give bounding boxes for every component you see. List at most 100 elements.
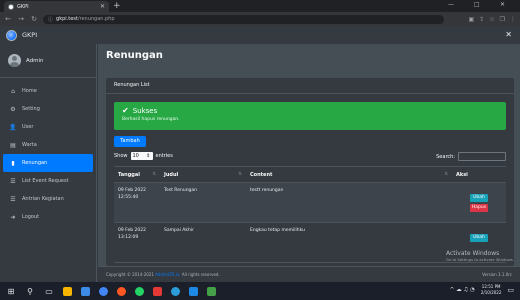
- notification-icon[interactable]: ▭: [507, 286, 514, 294]
- header-label: Content: [250, 171, 273, 178]
- edit-button[interactable]: Ubah: [470, 234, 488, 242]
- sidebar-nav: ⌂ Home ⚙ Setting 👤 User ▤ Warta ▮ Renungan ☰ List E…: [0, 78, 96, 230]
- back-icon[interactable]: ←: [4, 15, 12, 23]
- store-icon[interactable]: [81, 286, 90, 296]
- extensions-icon[interactable]: ❒: [500, 16, 505, 23]
- chrome-icon[interactable]: [99, 286, 108, 296]
- browser-toolbar: ← → ↻ ⓘ gkpi.test/renungan.php ▣ ⇪ ☆ ❒ ⋮: [0, 12, 520, 26]
- window-close-icon[interactable]: ✕: [500, 1, 505, 8]
- sidebar-item-label: Antrian Kegiatan: [22, 196, 64, 202]
- search-input[interactable]: [458, 152, 506, 161]
- sidebar-item-label: Renungan: [22, 160, 48, 166]
- url-text: gkpi.test/renungan.php: [56, 16, 115, 22]
- brand-logo-icon: [6, 29, 17, 41]
- list-icon: ☰: [10, 195, 16, 203]
- header-label: Judul: [164, 171, 179, 178]
- renungan-table: Tanggal ⇅ Judul ⇅ Content ⇅ Aksi 09 Feb 202…: [114, 166, 506, 263]
- card-title: Renungan List: [106, 78, 514, 94]
- sidebar-item-label: Setting: [22, 106, 40, 112]
- content-header: Renungan: [98, 44, 520, 70]
- edit-button[interactable]: Ubah: [470, 194, 488, 202]
- new-tab-button[interactable]: +: [113, 1, 121, 11]
- sidebar-item-label: Warta: [22, 142, 37, 148]
- watermark-title: Activate Windows: [445, 250, 500, 257]
- address-bar[interactable]: ⓘ gkpi.test/renungan.php: [43, 14, 444, 24]
- maximize-icon[interactable]: □: [474, 1, 480, 8]
- copyright-suffix: All rights reserved.: [181, 272, 220, 277]
- sidebar-item-list-event-request[interactable]: ☰ List Event Request: [3, 172, 93, 190]
- info-icon[interactable]: ⓘ: [48, 16, 53, 23]
- share-icon[interactable]: ⇪: [479, 16, 484, 23]
- file-explorer-icon[interactable]: [63, 286, 72, 296]
- add-renungan-button[interactable]: Tambah: [114, 136, 146, 147]
- minimize-icon[interactable]: —: [448, 1, 454, 8]
- delete-button[interactable]: Hapus: [470, 204, 488, 212]
- forward-icon[interactable]: →: [17, 15, 25, 23]
- app-icon[interactable]: [207, 286, 216, 296]
- clock[interactable]: 12:51 PM 2/10/2022: [481, 284, 502, 296]
- sidebar-item-renungan[interactable]: ▮ Renungan: [3, 154, 93, 172]
- select-caret-icon: ⇕: [146, 153, 151, 159]
- entries-value: 10: [132, 153, 139, 159]
- sidebar-item-home[interactable]: ⌂ Home: [3, 82, 93, 100]
- sidebar-item-warta[interactable]: ▤ Warta: [3, 136, 93, 154]
- tray-icons[interactable]: ^ ☁ ♫ ◔: [450, 287, 475, 293]
- menu-kebab-icon[interactable]: ⋮: [510, 16, 516, 23]
- footer: Copyright © 2014-2021 AdminLTE.io. All r…: [98, 266, 520, 282]
- time-text: 12:55:40: [118, 194, 139, 200]
- fullscreen-close-icon[interactable]: ✕: [505, 30, 512, 39]
- firefox-icon[interactable]: [117, 286, 126, 296]
- table-search: Search:: [436, 152, 506, 161]
- table-row: 09 Feb 2022 12:55:40 Test Renungan testt …: [114, 183, 506, 223]
- header-label: Aksi: [456, 171, 468, 178]
- column-header-tanggal[interactable]: Tanggal ⇅: [114, 172, 160, 178]
- alert-title-row: ✔ Sukses: [122, 106, 498, 115]
- screenshot-icon[interactable]: ▣: [469, 16, 475, 23]
- url-host: gkpi.test: [56, 16, 78, 22]
- tab-close-icon[interactable]: ✕: [100, 3, 105, 10]
- copyright-prefix: Copyright © 2014-2021: [106, 272, 154, 277]
- success-alert: ✔ Sukses Berhasil hapus renungan.: [114, 102, 506, 130]
- app-navbar: GKPI ✕: [0, 26, 520, 44]
- windows-taskbar: ⊞ ⚲ ▭ ^ ☁ ♫ ◔ 12:51 PM 2/10/2022 ▭: [0, 282, 520, 300]
- column-header-aksi: Aksi: [452, 172, 506, 178]
- windows-start-icon[interactable]: ⊞: [6, 287, 16, 296]
- column-header-judul[interactable]: Judul ⇅: [160, 172, 246, 178]
- reload-icon[interactable]: ↻: [30, 15, 38, 23]
- url-path: /renungan.php: [77, 16, 115, 22]
- logout-icon: ➜: [10, 213, 16, 221]
- tab-title: GKPI: [17, 3, 29, 10]
- sidebar: Admin ⌂ Home ⚙ Setting 👤 User ▤ Warta ▮ Renungan ☰…: [0, 44, 97, 282]
- newspaper-icon: ▤: [10, 141, 16, 149]
- user-name: Admin: [26, 57, 44, 64]
- watermark-subtitle: Go to Settings to activate Windows.: [445, 257, 514, 262]
- show-label: Show: [114, 153, 128, 159]
- entries-label: entries: [155, 153, 173, 159]
- sidebar-item-antrian-kegiatan[interactable]: ☰ Antrian Kegiatan: [3, 190, 93, 208]
- entries-length-control: Show 10 ⇕ entries: [114, 152, 173, 160]
- renungan-card: Renungan List ✔ Sukses Berhasil hapus re…: [106, 78, 514, 266]
- task-view-icon[interactable]: ▭: [44, 287, 54, 296]
- sidebar-item-setting[interactable]: ⚙ Setting: [3, 100, 93, 118]
- sidebar-item-label: User: [22, 124, 34, 130]
- app-icon[interactable]: [153, 286, 162, 296]
- table-header-row: Tanggal ⇅ Judul ⇅ Content ⇅ Aksi: [114, 166, 506, 183]
- user-panel[interactable]: Admin: [0, 44, 96, 78]
- vscode-icon[interactable]: [189, 286, 198, 296]
- sidebar-item-user[interactable]: 👤 User: [3, 118, 93, 136]
- bookmark-star-icon[interactable]: ☆: [489, 16, 494, 23]
- cell-tanggal: 09 Feb 2022 12:55:40: [114, 183, 160, 222]
- search-icon[interactable]: ⚲: [25, 287, 35, 296]
- adminlte-link[interactable]: AdminLTE.io.: [155, 272, 180, 277]
- sidebar-item-label: Logout: [22, 214, 40, 220]
- sidebar-item-logout[interactable]: ➜ Logout: [3, 208, 93, 226]
- browser-tab[interactable]: GKPI ✕: [4, 1, 109, 12]
- sort-icon: ⇅: [444, 171, 448, 177]
- whatsapp-icon[interactable]: [135, 286, 144, 296]
- home-icon: ⌂: [11, 87, 15, 95]
- main-content: Renungan Renungan List ✔ Sukses Berhasil…: [98, 44, 520, 282]
- activate-windows-watermark: Activate Windows Go to Settings to activ…: [446, 250, 514, 262]
- entries-select[interactable]: 10 ⇕: [130, 152, 153, 160]
- app-icon[interactable]: [171, 286, 180, 296]
- column-header-content[interactable]: Content ⇅: [246, 172, 452, 178]
